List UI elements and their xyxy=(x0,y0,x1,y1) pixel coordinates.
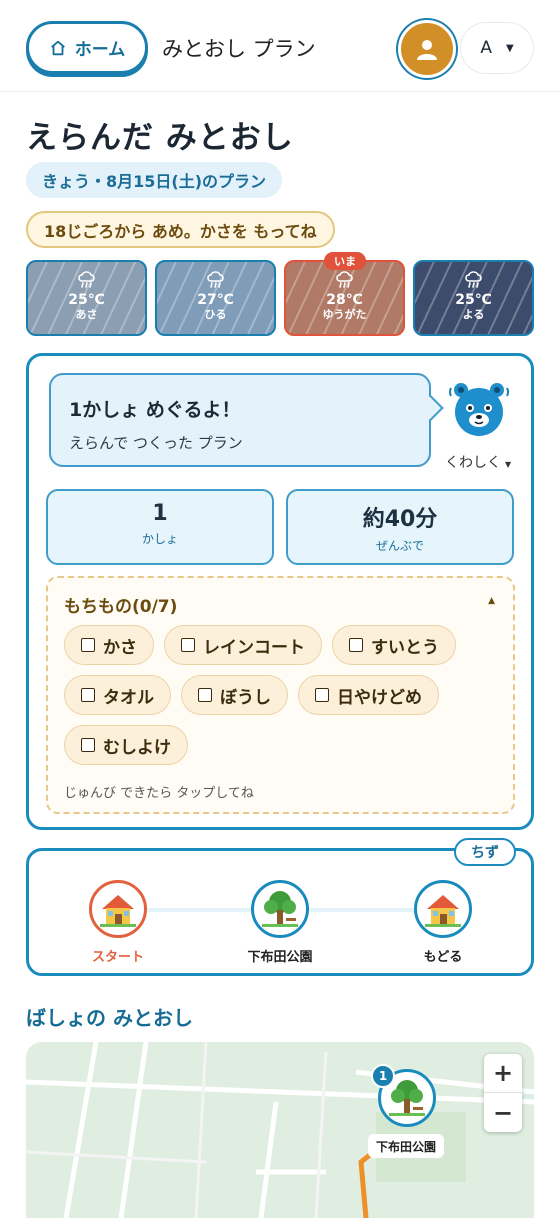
belonging-label: ぼうし xyxy=(220,687,271,708)
map-marker-label: 下布田公園 xyxy=(368,1134,445,1158)
chevron-down-icon: ▼ xyxy=(505,460,512,469)
checkbox-icon xyxy=(81,738,95,752)
weather-alert-badge: 18じごろから あめ。かさを もってね xyxy=(26,211,335,248)
stat-places: 1 かしょ xyxy=(46,489,274,565)
belonging-item[interactable]: ぼうし xyxy=(181,675,288,715)
map-base xyxy=(26,1042,534,1218)
weather-card-morning: 25℃ あさ xyxy=(26,260,147,336)
stat-label: ぜんぶで xyxy=(375,539,424,553)
home-icon xyxy=(50,40,65,55)
tree-icon xyxy=(262,891,298,927)
weather-temp: 25℃ xyxy=(455,292,492,308)
belonging-label: 日やけどめ xyxy=(337,687,422,708)
bubble-title: 1かしょ めぐるよ！ xyxy=(69,399,241,421)
belongings-list: かさ レインコート すいとう タオル ぼうし 日やけどめ むしよけ xyxy=(64,625,504,765)
belonging-label: すいとう xyxy=(371,637,439,658)
belongings-panel: もちもの(0/7) ▲ かさ レインコート すいとう タオル ぼうし 日やけどめ… xyxy=(46,576,515,814)
user-icon xyxy=(417,40,437,60)
route-stop-label: 下布田公園 xyxy=(247,950,313,965)
page-title: えらんだ みとおし xyxy=(26,120,294,156)
zoom-out-button[interactable]: − xyxy=(484,1093,522,1132)
weather-card-night: 25℃ よる xyxy=(413,260,534,336)
font-size-dropdown[interactable]: A ▼ xyxy=(460,22,534,74)
belonging-item[interactable]: かさ xyxy=(64,625,154,665)
checkbox-icon xyxy=(315,688,329,702)
weather-temp: 27℃ xyxy=(197,292,234,308)
weather-card-evening: 28℃ ゆうがた xyxy=(284,260,405,336)
now-badge: いま xyxy=(324,252,366,270)
bear-mascot-icon xyxy=(449,383,509,436)
stat-label: かしょ xyxy=(141,532,178,546)
house-icon xyxy=(100,895,136,927)
zoom-controls: + − xyxy=(484,1054,522,1132)
home-button-label: ホーム xyxy=(74,40,126,60)
weather-temp: 28℃ xyxy=(326,292,363,308)
collapse-caret-icon[interactable]: ▲ xyxy=(488,596,495,606)
checkbox-icon xyxy=(81,688,95,702)
route-stop-park[interactable] xyxy=(251,880,309,938)
route-stop-return[interactable] xyxy=(414,880,472,938)
weather-slot-label: ひる xyxy=(204,308,227,321)
belongings-hint: じゅんび できたら タップしてね xyxy=(64,786,254,801)
route-stop-label: スタート xyxy=(91,950,144,965)
app-title: みとおし プラン xyxy=(162,37,316,61)
stat-value: 約40分 xyxy=(362,507,438,532)
belonging-item[interactable]: レインコート xyxy=(164,625,322,665)
details-link[interactable]: くわしく ▼ xyxy=(445,452,511,472)
user-avatar-button[interactable] xyxy=(398,20,456,78)
belonging-item[interactable]: すいとう xyxy=(332,625,456,665)
map-section-title: ばしょの みとおし xyxy=(26,1006,193,1030)
weather-slot-label: よる xyxy=(462,308,485,321)
weather-card-noon: 27℃ ひる xyxy=(155,260,276,336)
stat-value: 1 xyxy=(152,501,168,526)
app-header: ホーム みとおし プラン A ▼ xyxy=(0,0,560,92)
weather-temp: 25℃ xyxy=(68,292,105,308)
home-button[interactable]: ホーム xyxy=(26,21,148,74)
rain-cloud-icon xyxy=(206,271,224,288)
rain-cloud-icon xyxy=(464,271,482,288)
chevron-down-icon: ▼ xyxy=(505,42,514,54)
bubble-subtitle: えらんで つくった プラン xyxy=(69,434,243,452)
plan-summary-card: 1かしょ めぐるよ！ えらんで つくった プラン くわしく ▼ 1 かしょ 約40… xyxy=(26,353,534,830)
checkbox-icon xyxy=(349,638,363,652)
plan-date-badge: きょう・8月15日(土)のプラン xyxy=(26,162,283,198)
belonging-label: かさ xyxy=(103,637,137,658)
route-stop-start[interactable] xyxy=(89,880,147,938)
checkbox-icon xyxy=(181,638,195,652)
rain-cloud-icon xyxy=(335,271,353,288)
map-button[interactable]: ちず xyxy=(454,838,516,866)
rain-cloud-icon xyxy=(77,271,95,288)
weather-slot-label: ゆうがた xyxy=(322,308,367,321)
house-icon xyxy=(425,895,461,927)
belonging-label: レインコート xyxy=(203,637,305,658)
checkbox-icon xyxy=(198,688,212,702)
font-size-label: A xyxy=(480,38,492,58)
belonging-item[interactable]: タオル xyxy=(64,675,171,715)
belonging-label: むしよけ xyxy=(103,737,171,758)
belonging-item[interactable]: むしよけ xyxy=(64,725,188,765)
weather-slot-label: あさ xyxy=(75,308,98,321)
checkbox-icon xyxy=(81,638,95,652)
speech-bubble: 1かしょ めぐるよ！ えらんで つくった プラン xyxy=(49,373,431,467)
belonging-label: タオル xyxy=(103,687,154,708)
belonging-item[interactable]: 日やけどめ xyxy=(298,675,439,715)
zoom-in-button[interactable]: + xyxy=(484,1054,522,1093)
details-label: くわしく xyxy=(445,455,501,471)
stat-duration: 約40分 ぜんぶで xyxy=(286,489,514,565)
route-stop-label: もどる xyxy=(423,950,463,965)
belongings-title[interactable]: もちもの(0/7) xyxy=(64,592,177,617)
map-view[interactable] xyxy=(26,1042,534,1218)
map-marker-number: 1 xyxy=(371,1064,395,1088)
